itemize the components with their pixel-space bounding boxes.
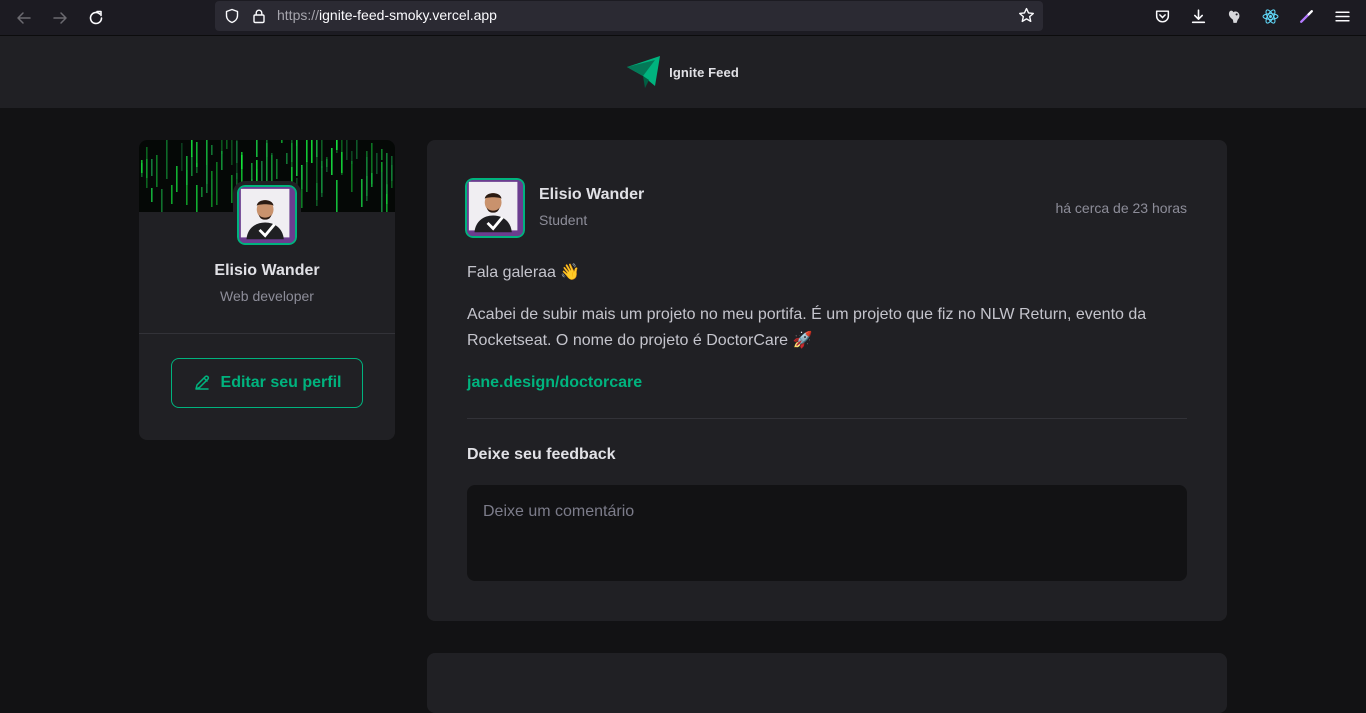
post-card: Elisio Wander Student há cerca de 23 hor… bbox=[427, 140, 1227, 621]
profile-name: Elisio Wander bbox=[214, 262, 320, 279]
post-author-role: Student bbox=[539, 212, 588, 228]
app-header: Ignite Feed bbox=[0, 36, 1366, 108]
hamburger-menu-icon bbox=[1334, 10, 1350, 22]
bookmark-star-icon[interactable] bbox=[1018, 7, 1035, 24]
edit-profile-button[interactable]: Editar seu perfil bbox=[171, 358, 363, 408]
arrow-left-icon bbox=[17, 12, 31, 24]
url-host: ignite-feed-smoky.vercel.app bbox=[319, 7, 497, 23]
post-content: Fala galeraa 👋 Acabei de subir mais um p… bbox=[467, 260, 1187, 412]
profile-sidebar: Elisio Wander Web developer Editar seu p… bbox=[139, 140, 395, 440]
arrow-right-icon bbox=[53, 12, 67, 24]
pocket-button[interactable] bbox=[1152, 6, 1172, 26]
react-devtools-icon bbox=[1262, 8, 1278, 24]
reload-button[interactable] bbox=[83, 5, 109, 31]
post-author-avatar[interactable] bbox=[461, 174, 529, 242]
avatar[interactable] bbox=[233, 181, 301, 249]
post-paragraph: Fala galeraa 👋 bbox=[467, 264, 581, 281]
download-icon bbox=[1191, 8, 1205, 23]
divider bbox=[467, 418, 1187, 419]
edit-profile-label: Editar seu perfil bbox=[220, 374, 342, 391]
url-protocol: https:// bbox=[277, 7, 320, 23]
author-photo bbox=[467, 180, 523, 236]
user-photo bbox=[239, 187, 295, 243]
browser-toolbar: https://ignite-feed-smoky.vercel.app bbox=[0, 0, 1366, 36]
post-timestamp[interactable]: há cerca de 23 horas bbox=[1055, 200, 1187, 216]
app-name: Ignite Feed bbox=[669, 64, 739, 80]
url-text[interactable]: https://ignite-feed-smoky.vercel.app bbox=[277, 7, 497, 23]
extension-react-button[interactable] bbox=[1260, 6, 1280, 26]
divider bbox=[139, 333, 395, 334]
address-bar[interactable]: https://ignite-feed-smoky.vercel.app bbox=[215, 1, 1043, 31]
reload-icon bbox=[89, 10, 103, 25]
forward-button[interactable] bbox=[47, 5, 73, 31]
lock-icon[interactable] bbox=[251, 8, 267, 24]
profile-role: Web developer bbox=[220, 288, 314, 304]
feedback-title: Deixe seu feedback bbox=[467, 446, 616, 463]
extension-gnu-button[interactable] bbox=[1224, 6, 1244, 26]
comment-input[interactable] bbox=[467, 485, 1187, 581]
brand: Ignite Feed bbox=[627, 56, 739, 88]
post-author-name: Elisio Wander bbox=[539, 186, 645, 203]
downloads-button[interactable] bbox=[1188, 6, 1208, 26]
post-card bbox=[427, 653, 1227, 713]
post-link[interactable]: jane.design/doctorcare bbox=[467, 374, 642, 391]
back-button[interactable] bbox=[11, 5, 37, 31]
menu-button[interactable] bbox=[1332, 6, 1352, 26]
pencil-icon bbox=[194, 375, 209, 390]
pocket-icon bbox=[1155, 9, 1169, 23]
extension-colorpicker-button[interactable] bbox=[1296, 6, 1316, 26]
shield-icon[interactable] bbox=[224, 8, 240, 24]
eyedropper-icon bbox=[1299, 9, 1313, 23]
ignite-logo-icon bbox=[627, 56, 661, 88]
gnu-extension-icon bbox=[1228, 10, 1239, 23]
post-paragraph: Acabei de subir mais um projeto no meu p… bbox=[467, 306, 1147, 349]
